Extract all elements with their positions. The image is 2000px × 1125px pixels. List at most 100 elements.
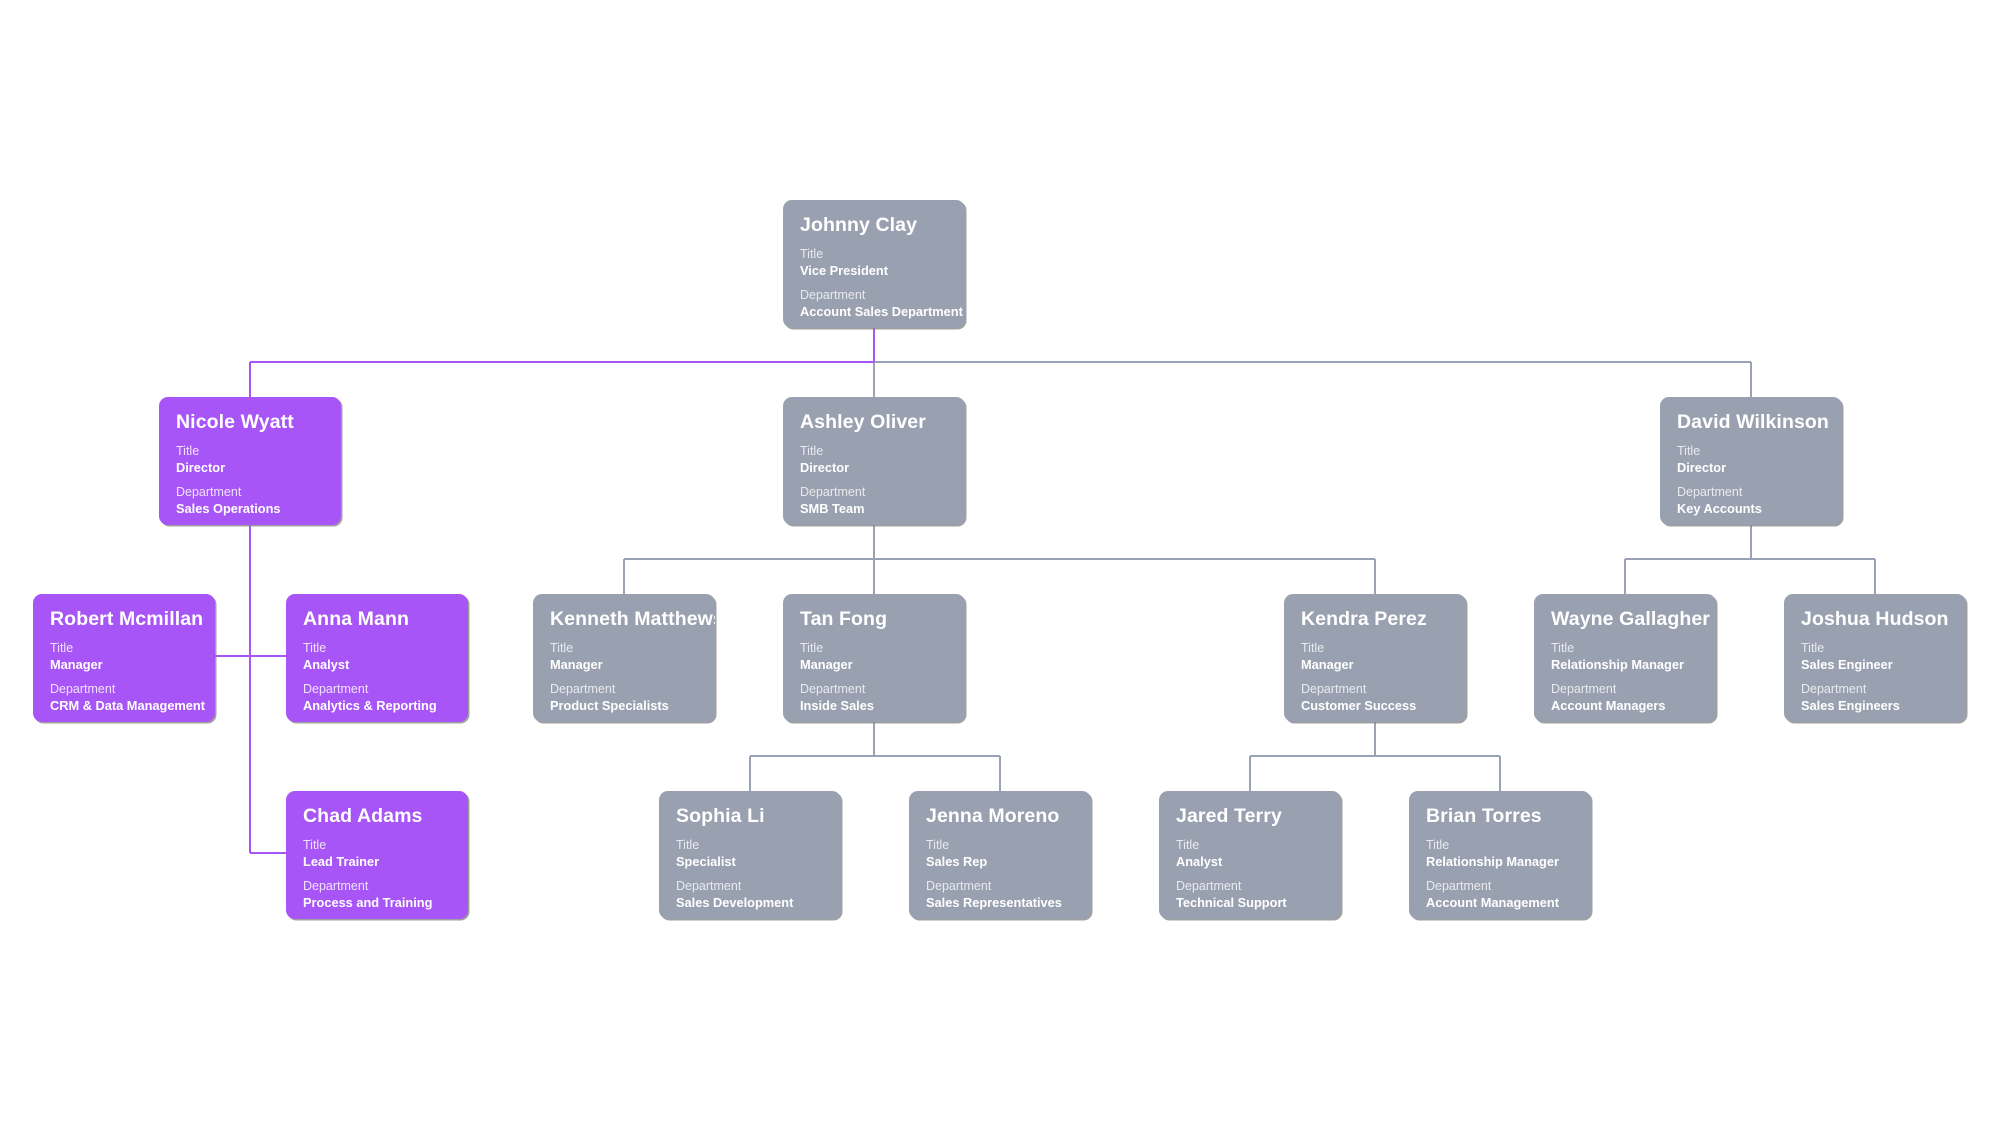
node-department-block: Department Product Specialists xyxy=(550,682,698,714)
org-node-jenna-moreno[interactable]: Jenna Moreno Title Sales Rep Department Sale… xyxy=(909,791,1091,919)
node-title-value: Analyst xyxy=(303,657,350,673)
node-title-block: Title Lead Trainer xyxy=(303,838,451,870)
node-department-block: Department Key Accounts xyxy=(1677,485,1825,517)
node-department-block: Department Analytics & Reporting xyxy=(303,682,451,714)
node-title-label: Title xyxy=(50,641,74,656)
node-title-label: Title xyxy=(1301,641,1325,656)
org-node-brian-torres[interactable]: Brian Torres Title Relationship Manager Dep… xyxy=(1409,791,1591,919)
node-name: Brian Torres xyxy=(1426,805,1542,827)
node-name: Johnny Clay xyxy=(800,214,918,236)
org-node-kenneth-matthews[interactable]: Kenneth Matthews Title Manager Department Pr… xyxy=(533,594,715,722)
node-department-label: Department xyxy=(1677,485,1743,500)
node-title-value: Manager xyxy=(1301,657,1354,673)
node-department-block: Department Account Managers xyxy=(1551,682,1699,714)
org-node-tan-fong[interactable]: Tan Fong Title Manager Department Inside Sal… xyxy=(783,594,965,722)
node-department-value: Sales Representatives xyxy=(926,894,1062,910)
org-node-sophia-li[interactable]: Sophia Li Title Specialist Department Sales … xyxy=(659,791,841,919)
node-name: Nicole Wyatt xyxy=(176,411,294,433)
node-name: Wayne Gallagher xyxy=(1551,608,1710,630)
node-department-label: Department xyxy=(550,682,616,697)
node-title-value: Sales Rep xyxy=(926,854,988,870)
org-node-robert-mcmillan[interactable]: Robert Mcmillan Title Manager Department CRM… xyxy=(33,594,215,722)
org-node-david-wilkinson[interactable]: David Wilkinson Title Director Department Ke… xyxy=(1660,397,1842,525)
node-title-block: Title Director xyxy=(176,444,324,476)
node-department-value: Account Managers xyxy=(1551,697,1666,713)
node-name: Anna Mann xyxy=(303,608,409,630)
node-department-block: Department Process and Training xyxy=(303,879,451,911)
node-department-label: Department xyxy=(800,682,866,697)
node-title-block: Title Manager xyxy=(550,641,698,673)
org-node-ashley-oliver[interactable]: Ashley Oliver Title Director Department SMB … xyxy=(783,397,965,525)
node-title-value: Specialist xyxy=(676,854,736,870)
node-department-label: Department xyxy=(800,288,866,303)
node-department-value: Inside Sales xyxy=(800,697,874,713)
node-name: David Wilkinson xyxy=(1677,411,1829,433)
node-department-value: Sales Engineers xyxy=(1801,697,1900,713)
node-layer: Johnny Clay Title Vice President Department… xyxy=(0,0,2000,1125)
node-department-value: Sales Development xyxy=(676,894,794,910)
node-title-value: Vice President xyxy=(800,263,888,279)
node-title-value: Manager xyxy=(800,657,853,673)
node-department-block: Department Account Management xyxy=(1426,879,1574,911)
node-title-label: Title xyxy=(1801,641,1825,656)
node-title-label: Title xyxy=(1677,444,1701,459)
node-department-label: Department xyxy=(50,682,116,697)
node-title-block: Title Manager xyxy=(50,641,198,673)
node-title-block: Title Director xyxy=(800,444,948,476)
org-node-johnny-clay[interactable]: Johnny Clay Title Vice President Department… xyxy=(783,200,965,328)
node-department-label: Department xyxy=(1301,682,1367,697)
node-department-label: Department xyxy=(1426,879,1492,894)
node-title-label: Title xyxy=(1426,838,1450,853)
node-name: Joshua Hudson xyxy=(1801,608,1949,630)
node-name: Robert Mcmillan xyxy=(50,608,204,630)
node-title-label: Title xyxy=(1176,838,1200,853)
org-node-joshua-hudson[interactable]: Joshua Hudson Title Sales Engineer Departme… xyxy=(1784,594,1966,722)
node-title-value: Manager xyxy=(50,657,103,673)
node-title-block: Title Manager xyxy=(800,641,948,673)
node-title-label: Title xyxy=(676,838,700,853)
node-title-value: Analyst xyxy=(1176,854,1223,870)
node-department-block: Department Inside Sales xyxy=(800,682,948,714)
node-department-block: Department Technical Support xyxy=(1176,879,1324,911)
node-department-label: Department xyxy=(800,485,866,500)
org-node-wayne-gallagher[interactable]: Wayne Gallagher Title Relationship Manager… xyxy=(1534,594,1716,722)
node-title-value: Director xyxy=(800,460,850,476)
node-title-value: Relationship Manager xyxy=(1551,657,1684,673)
node-title-label: Title xyxy=(800,641,824,656)
node-title-label: Title xyxy=(550,641,574,656)
node-department-label: Department xyxy=(926,879,992,894)
org-node-nicole-wyatt[interactable]: Nicole Wyatt Title Director Department Sales… xyxy=(159,397,341,525)
node-department-block: Department Sales Development xyxy=(676,879,824,911)
node-title-value: Director xyxy=(176,460,226,476)
node-name: Kenneth Matthews xyxy=(550,608,715,630)
node-department-block: Department CRM & Data Management xyxy=(50,682,206,714)
node-department-value: Account Sales Department xyxy=(800,303,963,319)
node-department-value: Account Management xyxy=(1426,894,1559,910)
org-node-kendra-perez[interactable]: Kendra Perez Title Manager Department Custom… xyxy=(1284,594,1466,722)
org-node-anna-mann[interactable]: Anna Mann Title Analyst Department Analytics… xyxy=(286,594,468,722)
node-name: Jared Terry xyxy=(1176,805,1282,827)
node-title-block: Title Sales Engineer xyxy=(1801,641,1949,673)
node-title-block: Title Relationship Manager xyxy=(1426,838,1574,870)
node-title-block: Title Specialist xyxy=(676,838,824,870)
node-title-label: Title xyxy=(800,444,824,459)
node-title-label: Title xyxy=(176,444,200,459)
node-department-value: Analytics & Reporting xyxy=(303,697,437,713)
node-name: Chad Adams xyxy=(303,805,423,827)
node-title-label: Title xyxy=(303,641,327,656)
node-department-label: Department xyxy=(1801,682,1867,697)
node-title-block: Title Relationship Manager xyxy=(1551,641,1699,673)
node-department-block: Department Customer Success xyxy=(1301,682,1449,714)
node-name: Sophia Li xyxy=(676,805,765,827)
org-node-chad-adams[interactable]: Chad Adams Title Lead Trainer Department Pro… xyxy=(286,791,468,919)
node-department-value: CRM & Data Management xyxy=(50,697,206,713)
node-title-block: Title Vice President xyxy=(800,247,948,279)
node-title-block: Title Manager xyxy=(1301,641,1449,673)
node-name: Ashley Oliver xyxy=(800,411,926,433)
node-title-label: Title xyxy=(800,247,824,262)
org-node-jared-terry[interactable]: Jared Terry Title Analyst Department Technic… xyxy=(1159,791,1341,919)
node-title-value: Manager xyxy=(550,657,603,673)
node-title-value: Sales Engineer xyxy=(1801,657,1893,673)
node-name: Tan Fong xyxy=(800,608,888,630)
node-title-block: Title Analyst xyxy=(303,641,451,673)
